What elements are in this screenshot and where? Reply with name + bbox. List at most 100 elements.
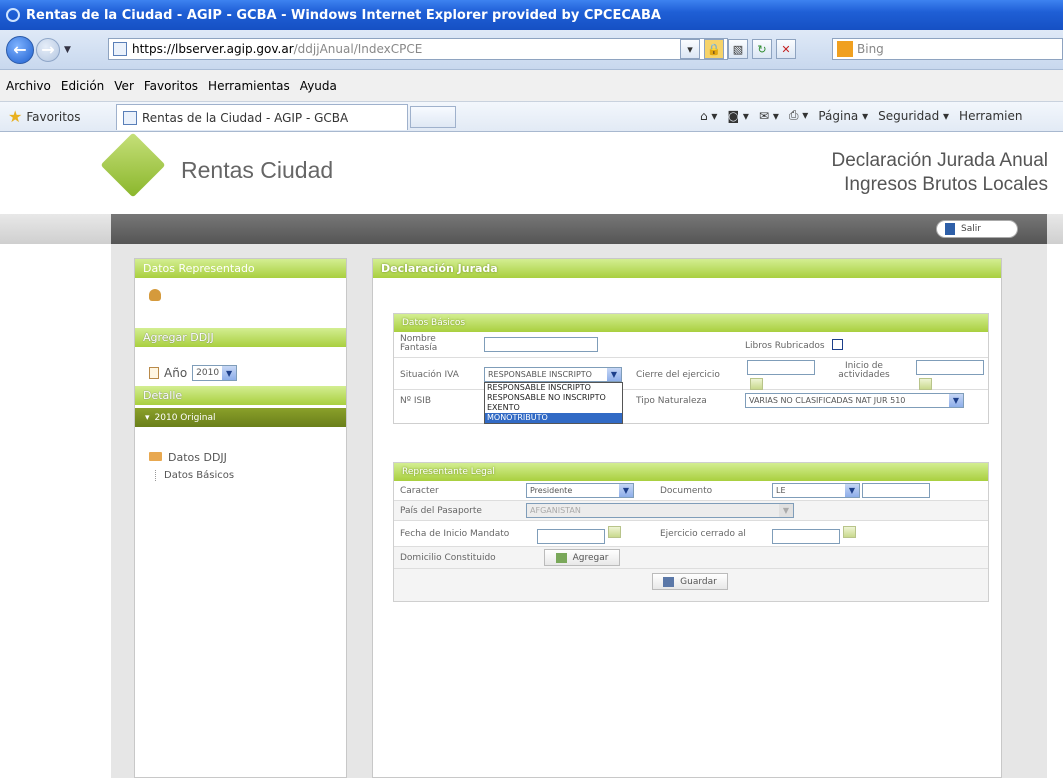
ejercicio-label: Ejercicio cerrado al [660,529,746,539]
agregar-button[interactable]: Agregar [544,549,620,566]
cmd-herramientas[interactable]: Herramien [959,109,1022,123]
mandato-label: Fecha de Inicio Mandato [400,529,510,539]
cmd-pagina[interactable]: Página ▾ [818,109,868,123]
menu-herramientas[interactable]: Herramientas [208,79,290,93]
chevron-down-icon: ▼ [779,504,793,517]
isib-label: Nº ISIB [400,396,432,406]
row-fantasy: Nombre Fantasía Libros Rubricados [394,332,988,358]
mandato-input[interactable] [537,529,605,544]
lock-icon[interactable]: 🔒 [704,39,724,59]
sidebar: Datos Representado Agregar DDJJ Año 2010… [134,258,347,778]
domicilio-label: Domicilio Constituido [400,553,496,563]
calendar-icon[interactable] [750,378,763,390]
row-caracter: Caracter Presidente ▼ Documento LE ▼ [394,481,988,501]
menu-archivo[interactable]: Archivo [6,79,51,93]
year-row: Año 2010 ▼ [149,365,238,381]
back-button[interactable]: ← [6,35,34,64]
iva-option[interactable]: RESPONSABLE INSCRIPTO [485,383,622,393]
menu-ver[interactable]: Ver [114,79,134,93]
compatibility-icon[interactable]: ▧ [728,39,748,59]
fantasy-input[interactable] [484,337,598,352]
iva-option[interactable]: EXENTO [485,403,622,413]
add-ddjj-header: Agregar DDJJ [135,328,346,347]
pais-label: País del Pasaporte [400,506,482,516]
year-value: 2010 [196,368,220,378]
window-titlebar: Rentas de la Ciudad - AGIP - GCBA - Wind… [0,0,1063,30]
documento-label: Documento [660,486,713,496]
folder-icon [149,452,162,461]
row-mandato: Fecha de Inicio Mandato Ejercicio cerrad… [394,521,988,547]
ejercicio-input[interactable] [772,529,840,544]
iva-select[interactable]: RESPONSABLE INSCRIPTO ▼ [484,367,622,382]
guardar-button[interactable]: Guardar [652,573,728,590]
ddjj-tree: Datos DDJJ Datos Básicos [149,451,234,481]
main-header: Declaración Jurada [373,259,1001,278]
chevron-down-icon: ▼ [607,368,621,381]
nature-value: VARIAS NO CLASIFICADAS NAT JUR 510 [749,396,906,405]
detail-title: Detalle [143,389,183,402]
books-checkbox[interactable] [832,339,843,350]
iva-dropdown-list[interactable]: RESPONSABLE INSCRIPTO RESPONSABLE NO INS… [484,382,623,424]
caracter-select[interactable]: Presidente ▼ [526,483,634,498]
favorites-button[interactable]: Favoritos [26,110,80,124]
menu-favoritos[interactable]: Favoritos [144,79,198,93]
search-input[interactable]: Bing [832,38,1063,60]
basic-data-panel: Datos Básicos Nombre Fantasía Libros Rub… [393,313,989,424]
start-label: Inicio de actividades [838,361,890,380]
chevron-down-icon: ▼ [949,394,963,407]
legal-rep-header: Representante Legal [394,463,988,481]
mail-icon[interactable]: ✉ ▾ [759,109,779,123]
calendar-icon[interactable] [919,378,932,390]
legal-rep-panel: Representante Legal Caracter Presidente … [393,462,989,602]
forward-button[interactable]: → [36,37,60,62]
basic-data-title: Datos Básicos [402,318,466,328]
ie-page-icon [123,110,137,125]
cmd-seguridad[interactable]: Seguridad ▾ [878,109,949,123]
url-input[interactable]: https://lbserver.agip.gov.ar/ddjjAnual/I… [108,38,728,60]
start-input[interactable] [916,360,984,375]
pais-select[interactable]: AFGANISTAN ▼ [526,503,794,518]
page-heading: Declaración Jurada Anual Ingresos Brutos… [831,149,1048,197]
tab-rentas[interactable]: Rentas de la Ciudad - AGIP - GCBA [116,104,408,130]
print-icon[interactable]: ⎙ ▾ [789,108,808,123]
pais-value: AFGANISTAN [530,506,581,515]
menu-ayuda[interactable]: Ayuda [300,79,337,93]
heading-line1: Declaración Jurada Anual [831,150,1048,171]
year-select[interactable]: 2010 ▼ [192,365,238,381]
menu-edicion[interactable]: Edición [61,79,104,93]
command-bar: ⌂ ▾ ◙ ▾ ✉ ▾ ⎙ ▾ Página ▾ Seguridad ▾ Her… [700,108,1022,123]
url-dropdown-icon[interactable]: ▾ [680,39,700,59]
main-panel: Declaración Jurada Datos Básicos Nombre … [372,258,1002,778]
logout-button[interactable]: Salir [936,220,1018,238]
nature-select[interactable]: VARIAS NO CLASIFICADAS NAT JUR 510 ▼ [745,393,964,408]
documento-select[interactable]: LE ▼ [772,483,860,498]
tree-child-label: Datos Básicos [164,470,235,481]
closing-input[interactable] [747,360,815,375]
favorites-star-icon[interactable]: ★ [8,107,22,126]
tree-child[interactable]: Datos Básicos [155,470,234,481]
refresh-icon[interactable]: ↻ [752,39,772,59]
brand-name: Rentas Ciudad [181,157,334,183]
history-dropdown-icon[interactable]: ▼ [64,45,71,55]
detail-item[interactable]: ▾ 2010 Original [135,408,346,427]
main-title: Declaración Jurada [381,262,498,275]
stop-icon[interactable]: ✕ [776,39,796,59]
save-icon [663,576,675,587]
tree-root[interactable]: Datos DDJJ [149,451,234,464]
iva-option[interactable]: RESPONSABLE NO INSCRIPTO [485,393,622,403]
represented-header: Datos Representado [135,259,346,278]
new-tab-button[interactable] [410,106,456,128]
tab-title: Rentas de la Ciudad - AGIP - GCBA [142,110,349,125]
feeds-icon[interactable]: ◙ ▾ [727,109,748,123]
site-header: Rentas Ciudad Declaración Jurada Anual I… [0,132,1063,214]
calendar-icon[interactable] [843,526,856,538]
iva-option-highlighted[interactable]: MONOTRIBUTO [485,413,622,423]
page-content: Rentas Ciudad Declaración Jurada Anual I… [0,132,1063,778]
detail-header: Detalle [135,386,346,405]
rentas-logo-icon [100,132,166,198]
documento-number-input[interactable] [862,483,930,498]
expand-arrow-icon: ▾ [145,412,150,423]
calendar-icon[interactable] [608,526,621,538]
caracter-label: Caracter [400,486,439,496]
home-icon[interactable]: ⌂ ▾ [700,109,717,123]
